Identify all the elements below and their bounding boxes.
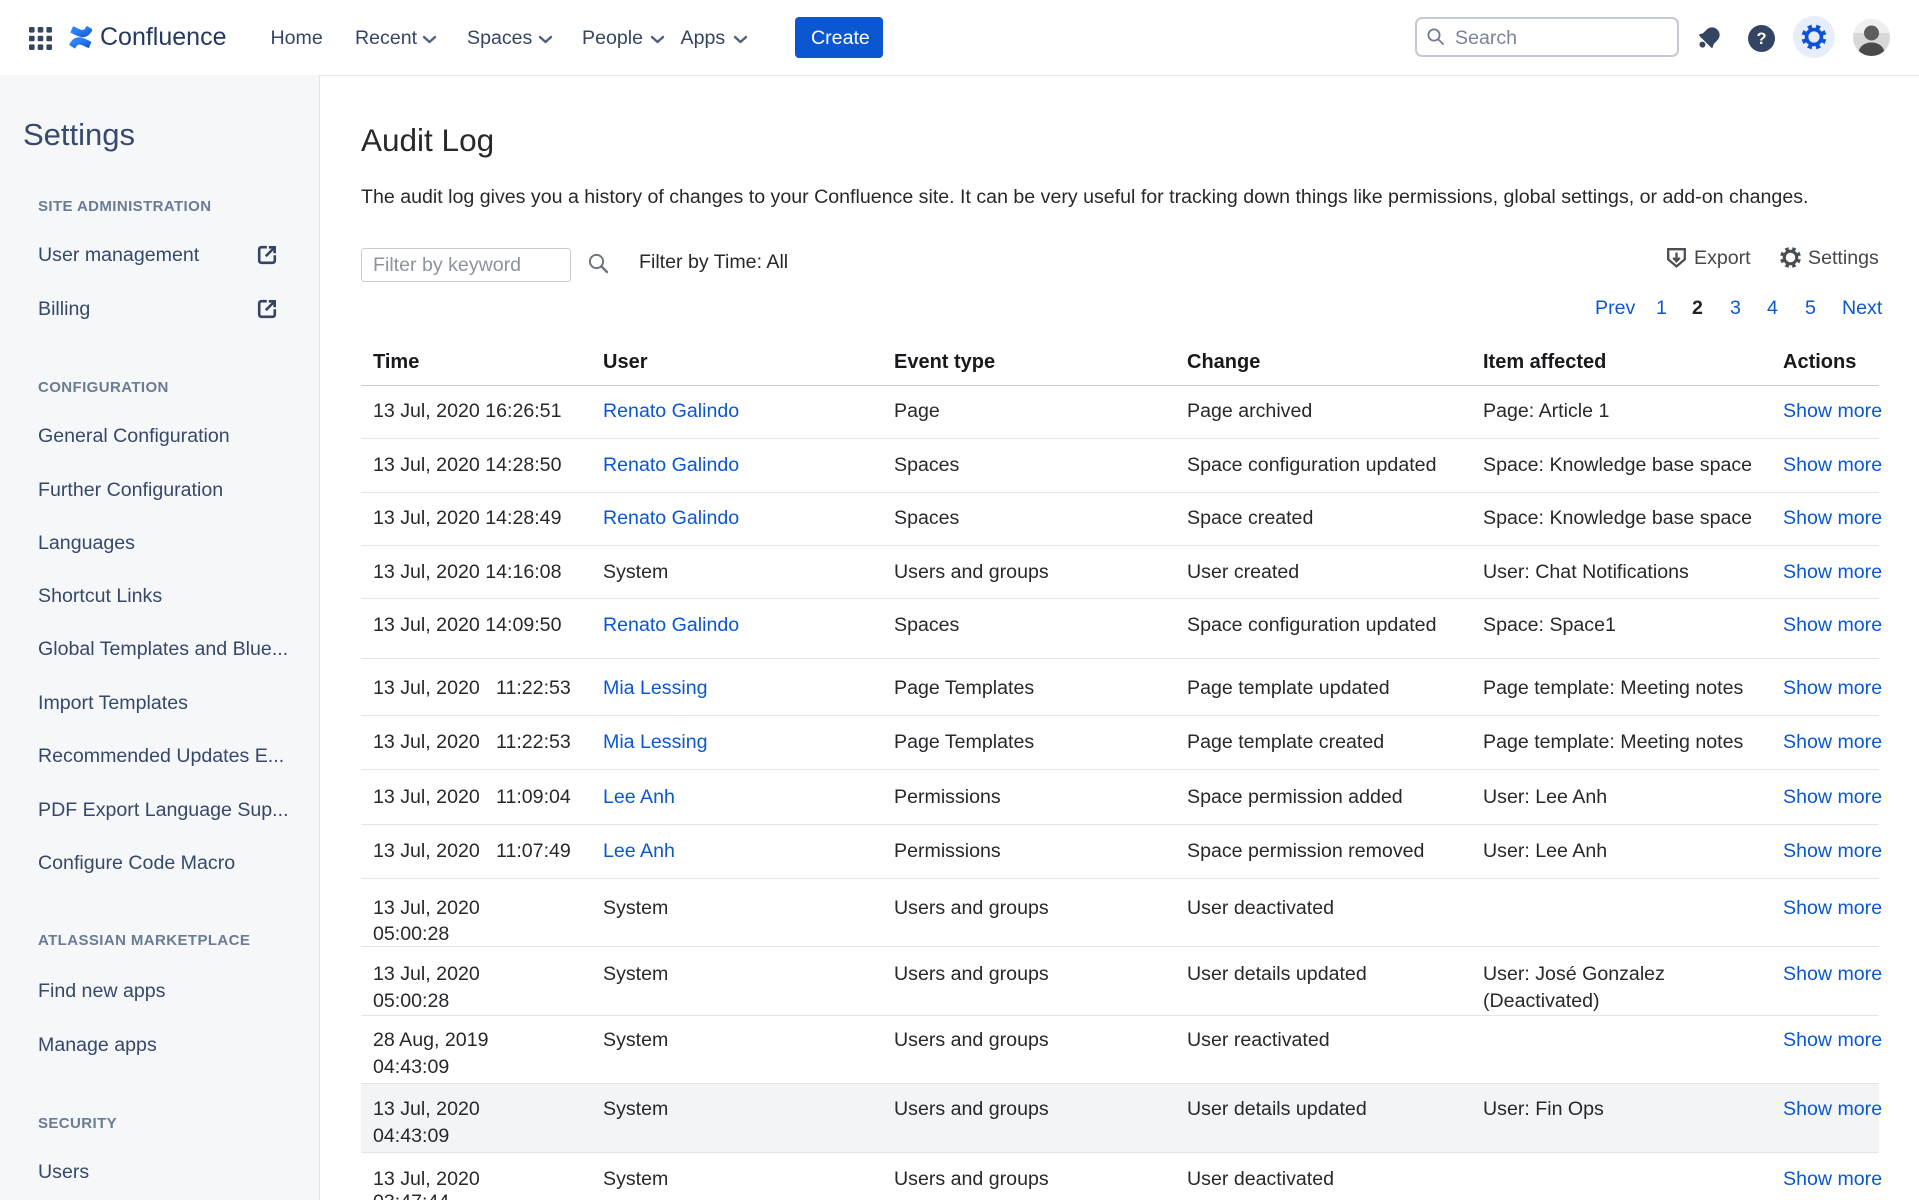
- svg-text:?: ?: [1756, 30, 1766, 48]
